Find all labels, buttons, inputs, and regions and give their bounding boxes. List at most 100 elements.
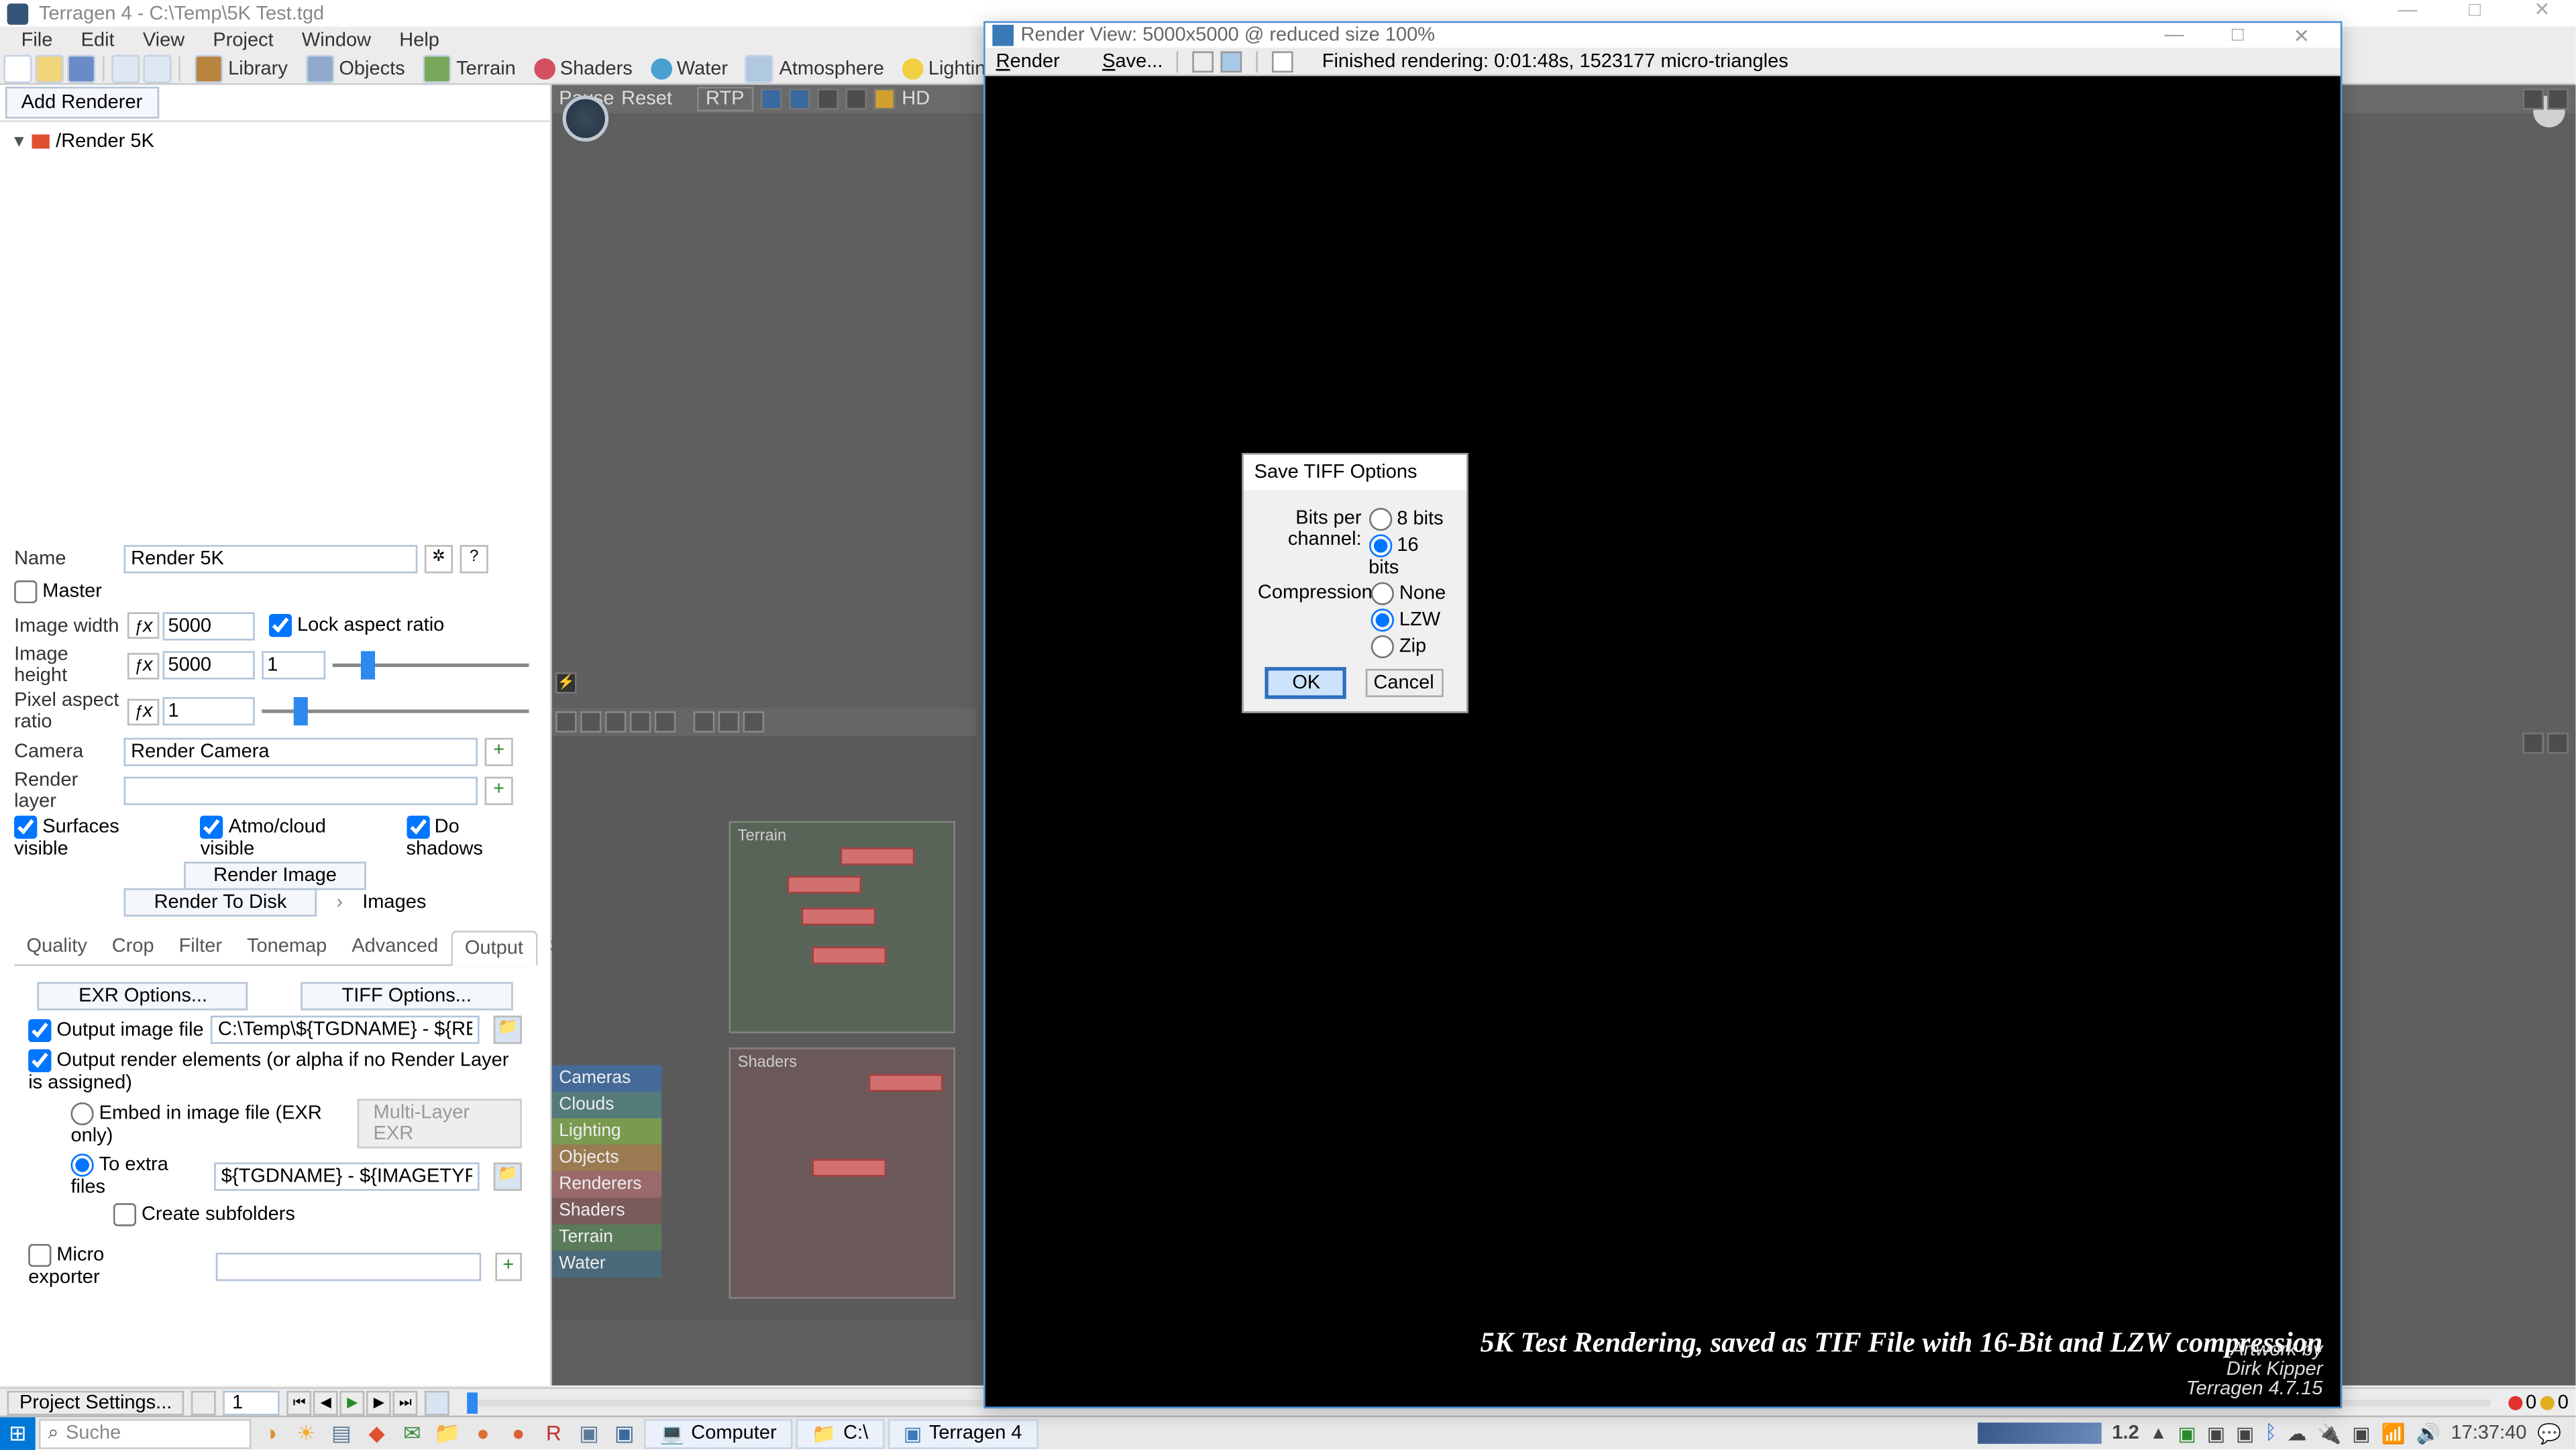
- extrafiles-radio[interactable]: To extra files: [70, 1153, 207, 1198]
- lock-aspect-checkbox[interactable]: Lock aspect ratio: [269, 614, 444, 637]
- camera-picker-button[interactable]: +: [485, 737, 513, 765]
- viewport-mode-icon[interactable]: [873, 89, 895, 110]
- menu-help[interactable]: Help: [385, 30, 453, 51]
- maximize-button[interactable]: □: [2206, 25, 2269, 46]
- node-tool-icon[interactable]: [605, 711, 627, 733]
- node-category-terrain[interactable]: Terrain: [552, 1225, 661, 1251]
- node-tool-icon[interactable]: [630, 711, 651, 733]
- task-terragen[interactable]: ▣Terragen 4: [888, 1418, 1038, 1449]
- layer-input[interactable]: [124, 777, 478, 805]
- tool-icon[interactable]: [1221, 50, 1242, 72]
- terrain-label[interactable]: Terrain: [456, 58, 516, 79]
- subfolders-checkbox[interactable]: Create subfolders: [113, 1203, 295, 1226]
- terrain-icon[interactable]: [423, 54, 451, 82]
- node-tool-icon[interactable]: [580, 711, 602, 733]
- tab-crop[interactable]: Crop: [99, 931, 166, 964]
- tab-output[interactable]: Output: [451, 931, 537, 966]
- name-input[interactable]: [124, 544, 418, 572]
- tray-bluetooth-icon[interactable]: ᛒ: [2265, 1422, 2276, 1444]
- comp-lzw-radio[interactable]: LZW: [1371, 609, 1446, 631]
- node-graph[interactable]: CamerasCloudsLightingObjectsRenderersSha…: [552, 736, 977, 1320]
- node-tool-icon[interactable]: [694, 711, 715, 733]
- split-icon[interactable]: [2547, 733, 2569, 754]
- tray-sound-icon[interactable]: 🔊: [2416, 1422, 2440, 1445]
- node-category-cameras[interactable]: Cameras: [552, 1065, 661, 1092]
- node-box[interactable]: [802, 908, 876, 925]
- tab-advanced[interactable]: Advanced: [339, 931, 451, 964]
- pin-icon[interactable]: ▣: [608, 1419, 640, 1447]
- par-input[interactable]: 1: [163, 697, 255, 725]
- new-icon[interactable]: [3, 54, 32, 82]
- atmo-checkbox[interactable]: Atmo/cloud visible: [201, 816, 378, 860]
- objects-icon[interactable]: [305, 54, 333, 82]
- zoom-icon[interactable]: [1193, 50, 1214, 72]
- node-group-shaders[interactable]: Shaders: [729, 1047, 955, 1298]
- tray-icon[interactable]: ▣: [2352, 1422, 2370, 1445]
- pin-icon[interactable]: ▣: [573, 1419, 604, 1447]
- split-icon[interactable]: [2547, 89, 2569, 110]
- task-cpath[interactable]: 📁C:\: [796, 1418, 884, 1449]
- tab-filter[interactable]: Filter: [166, 931, 234, 964]
- pin-icon[interactable]: ◆: [361, 1419, 392, 1447]
- menu-file[interactable]: File: [7, 30, 67, 51]
- tray-notifications-icon[interactable]: 💬: [2537, 1422, 2561, 1445]
- pin-icon[interactable]: ●: [467, 1419, 498, 1447]
- node-tool-icon[interactable]: [718, 711, 740, 733]
- start-button[interactable]: ⊞: [0, 1416, 36, 1450]
- fx-icon[interactable]: ƒx: [127, 698, 159, 725]
- render-disk-button[interactable]: Render To Disk: [124, 888, 317, 917]
- open-icon[interactable]: [36, 54, 64, 82]
- add-renderer-button[interactable]: Add Renderer: [5, 87, 158, 118]
- bits8-radio[interactable]: 8 bits: [1368, 508, 1452, 531]
- tray-thumbnail[interactable]: [1978, 1422, 2102, 1444]
- fx-icon[interactable]: ƒx: [127, 612, 159, 639]
- images-link[interactable]: Images: [362, 892, 426, 913]
- reset-button[interactable]: Reset: [621, 89, 672, 110]
- node-category-clouds[interactable]: Clouds: [552, 1092, 661, 1119]
- ok-button[interactable]: OK: [1267, 669, 1345, 697]
- expand-icon[interactable]: [2522, 733, 2544, 754]
- shaders-label[interactable]: Shaders: [560, 58, 633, 79]
- camera-input[interactable]: [124, 737, 478, 765]
- tiff-options-button[interactable]: TIFF Options...: [301, 982, 513, 1011]
- rtp-button[interactable]: RTP: [697, 87, 753, 111]
- node-box[interactable]: [787, 876, 861, 893]
- maximize-button[interactable]: □: [2441, 0, 2508, 27]
- close-button[interactable]: ✕: [2508, 0, 2575, 27]
- browse-icon[interactable]: 📁: [494, 1016, 522, 1044]
- pin-icon[interactable]: ●: [502, 1419, 534, 1447]
- output-path-input[interactable]: [211, 1016, 479, 1044]
- layer-picker-button[interactable]: +: [485, 777, 513, 805]
- tray-clock[interactable]: 17:37:40: [2451, 1422, 2526, 1444]
- close-button[interactable]: ✕: [2269, 24, 2333, 47]
- surfaces-checkbox[interactable]: Surfaces visible: [14, 816, 172, 860]
- height-input[interactable]: 5000: [163, 651, 255, 679]
- shaders-icon[interactable]: [533, 58, 555, 79]
- menu-view[interactable]: View: [129, 30, 199, 51]
- hd-button[interactable]: HD: [902, 89, 930, 110]
- tray-icon[interactable]: ☁: [2288, 1422, 2307, 1445]
- doc-icon[interactable]: [1273, 50, 1294, 72]
- comp-zip-radio[interactable]: Zip: [1371, 635, 1446, 658]
- minimize-button[interactable]: —: [2142, 25, 2206, 46]
- micro-input[interactable]: [215, 1252, 481, 1280]
- save-button[interactable]: Save...: [1102, 50, 1163, 72]
- tray-expand-icon[interactable]: ▲: [2150, 1423, 2167, 1443]
- micro-checkbox[interactable]: Micro exporter: [28, 1244, 173, 1288]
- height-ar-input[interactable]: 1: [262, 651, 325, 679]
- node-box[interactable]: [869, 1074, 943, 1092]
- task-computer[interactable]: 💻Computer: [644, 1418, 793, 1449]
- render-image-button[interactable]: Render Image: [183, 862, 367, 890]
- project-settings-button[interactable]: Project Settings...: [7, 1390, 184, 1414]
- status-icon[interactable]: [191, 1390, 216, 1414]
- tray-icon[interactable]: ▣: [2207, 1422, 2225, 1445]
- menu-edit[interactable]: Edit: [67, 30, 129, 51]
- weather-icon[interactable]: ☀: [290, 1419, 321, 1447]
- master-checkbox[interactable]: Master: [14, 580, 102, 603]
- undo-icon[interactable]: [111, 54, 140, 82]
- prev-frame-button[interactable]: ◀: [313, 1390, 338, 1414]
- shadows-checkbox[interactable]: Do shadows: [406, 816, 536, 860]
- lighting-icon[interactable]: [902, 58, 923, 79]
- pin-icon[interactable]: R: [538, 1419, 570, 1447]
- node-category-lighting[interactable]: Lighting: [552, 1119, 661, 1145]
